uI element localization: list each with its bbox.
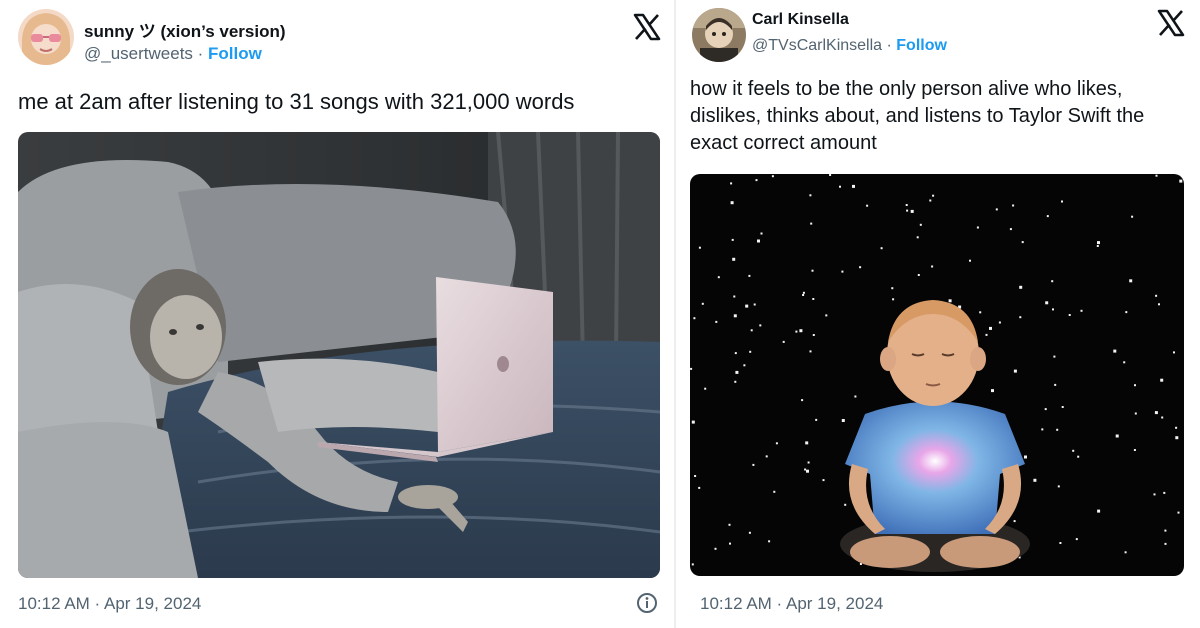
avatar[interactable] [692,8,746,62]
timestamp[interactable]: 10:12 AM · Apr 19, 2024 [18,594,201,614]
separator: · [882,37,897,54]
tweet-media-painting[interactable] [18,132,660,578]
tweet-media-space[interactable] [690,174,1184,576]
tweet-card-right: Carl Kinsella @TVsCarlKinsella · Follow … [676,0,1200,628]
handle[interactable]: @_usertweets [84,44,193,63]
display-name[interactable]: Carl Kinsella [752,11,849,29]
handle[interactable]: @TVsCarlKinsella [752,37,882,54]
follow-button[interactable]: Follow [896,37,947,54]
tweet-text: how it feels to be the only person alive… [690,78,1145,154]
x-logo-icon[interactable] [1156,8,1186,38]
tweet-text: me at 2am after listening to 31 songs wi… [18,89,575,114]
handle-line: @TVsCarlKinsella · Follow [752,37,947,55]
info-icon[interactable] [636,592,658,614]
handle-line: @_usertweets · Follow [84,44,262,64]
tweet-card-left: sunny ツ (xion’s version) @_usertweets · … [0,0,674,628]
display-name[interactable]: sunny ツ (xion’s version) [84,17,286,42]
follow-button[interactable]: Follow [208,44,262,63]
separator: · [192,44,209,63]
x-logo-icon[interactable] [632,12,662,42]
timestamp[interactable]: 10:12 AM · Apr 19, 2024 [700,594,883,614]
avatar[interactable] [18,9,74,65]
